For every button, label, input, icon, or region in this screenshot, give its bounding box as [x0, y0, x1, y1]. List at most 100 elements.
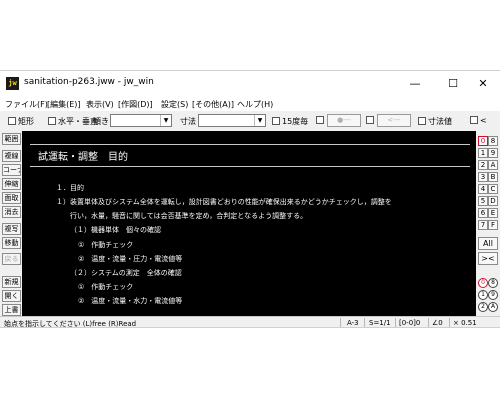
tool-move[interactable]: 移動	[2, 237, 21, 249]
layer-group-button[interactable]: A	[488, 302, 498, 312]
lt-label: <	[480, 116, 487, 125]
tool-overwrite[interactable]: 上書	[2, 304, 21, 316]
chevron-down-icon: ▼	[254, 115, 265, 126]
hv-checkbox[interactable]: 水平・垂直	[48, 116, 98, 127]
layer-group-button[interactable]: 8	[488, 278, 498, 288]
layer-panel: 0 8 1 9 2 A 3 B 4 C 5 D 6 E 7 F All >< 0…	[476, 131, 500, 316]
layer-button[interactable]: B	[488, 172, 498, 182]
scale-display[interactable]: S=1/1	[369, 319, 391, 327]
dimval-checkbox[interactable]: 寸法値	[418, 116, 452, 127]
layer-button[interactable]: 0	[478, 136, 488, 146]
cross-button[interactable]: ><	[478, 252, 498, 265]
layer-button[interactable]: 1	[478, 148, 488, 158]
layer-button[interactable]: F	[488, 220, 498, 230]
toolbar: 矩形 水平・垂直 傾き ▼ 寸法 ▼ 15度毎 ●--- <--- 寸法値 <	[0, 111, 500, 132]
slope-label: 傾き	[93, 117, 109, 126]
tool-range[interactable]: 範囲	[2, 133, 21, 145]
checkbox-box	[8, 117, 16, 125]
checkbox-box	[272, 117, 280, 125]
status-divider	[449, 318, 450, 327]
menu-settings[interactable]: 設定(S)	[161, 99, 188, 110]
doc-line: ① 作動チェック	[78, 283, 134, 291]
paper-size[interactable]: A-3	[347, 319, 359, 327]
doc-line: ② 温度・流量・水力・電流値等	[78, 297, 183, 305]
layer-group-button[interactable]: 1	[478, 290, 488, 300]
tool-parallel-line[interactable]: 複線	[2, 150, 21, 162]
layer-display[interactable]: [0-0]0	[399, 319, 420, 327]
menu-other[interactable]: [その他(A)]	[192, 99, 234, 110]
zoom-display[interactable]: × 0.51	[453, 319, 477, 327]
status-divider	[340, 318, 341, 327]
dim-combo[interactable]: ▼	[198, 114, 266, 127]
tool-erase[interactable]: 消去	[2, 206, 21, 218]
dim-label: 寸法	[180, 117, 196, 126]
deg15-label: 15度毎	[282, 117, 309, 126]
tool-stretch[interactable]: 伸縮	[2, 178, 21, 190]
slope-combo[interactable]: ▼	[110, 114, 172, 127]
doc-line: １．目的	[56, 184, 84, 192]
status-bar: 始点を指示してください (L)free (R)Read A-3 S=1/1 [0…	[0, 316, 500, 327]
window-title: sanitation-p263.jww - jw_win	[24, 77, 154, 87]
layer-button[interactable]: 5	[478, 196, 488, 206]
layer-button[interactable]: 4	[478, 184, 488, 194]
layer-group-button[interactable]: 2	[478, 302, 488, 312]
layer-button[interactable]: E	[488, 208, 498, 218]
tool-chamfer[interactable]: 面取	[2, 192, 21, 204]
hv-label: 水平・垂直	[58, 117, 98, 126]
tool-undo[interactable]: 戻る	[2, 253, 21, 265]
checkbox-box	[470, 116, 478, 124]
angle-display[interactable]: ∠0	[432, 319, 443, 327]
doc-line: 行い，水量，騒音に関しては会否基準を定め，合判定となるよう調整する。	[70, 212, 308, 220]
checkbox-box	[366, 116, 374, 124]
menu-file[interactable]: ファイル(F)	[5, 99, 48, 110]
title-top-line	[30, 144, 470, 145]
doc-line: （１）機器単体 個々の確認	[70, 226, 161, 234]
layer-group-button[interactable]: 9	[488, 290, 498, 300]
minimize-button[interactable]: —	[398, 71, 432, 96]
tool-new[interactable]: 新規	[2, 276, 21, 288]
checkbox-box	[48, 117, 56, 125]
status-divider	[364, 318, 365, 327]
menu-help[interactable]: ヘルプ(H)	[237, 99, 273, 110]
layer-button[interactable]: 9	[488, 148, 498, 158]
tool-open[interactable]: 開く	[2, 290, 21, 302]
jw-win-window: jw sanitation-p263.jww - jw_win — ☐ ✕ ファ…	[0, 70, 500, 328]
point-mode-button[interactable]: ●---	[327, 114, 361, 127]
point-checkbox[interactable]	[316, 116, 326, 125]
arrow-mode-button[interactable]: <---	[377, 114, 411, 127]
menu-view[interactable]: 表示(V)	[86, 99, 114, 110]
layer-group-button[interactable]: 0	[478, 278, 488, 288]
all-layers-button[interactable]: All	[478, 237, 498, 250]
rect-label: 矩形	[18, 117, 34, 126]
layer-button[interactable]: 7	[478, 220, 488, 230]
checkbox-box	[418, 117, 426, 125]
dimval-label: 寸法値	[428, 117, 452, 126]
doc-line: ① 作動チェック	[78, 241, 134, 249]
drawing-canvas[interactable]: 試運転・調整 目的 １．目的 １）装置単体及びシステム全体を運転し，設計図書どお…	[22, 131, 476, 316]
doc-line: ② 温度・流量・圧力・電流値等	[78, 255, 183, 263]
layer-button[interactable]: 2	[478, 160, 488, 170]
layer-button[interactable]: A	[488, 160, 498, 170]
deg15-checkbox[interactable]: 15度毎	[272, 116, 308, 127]
doc-line: １）装置単体及びシステム全体を運転し，設計図書どおりの性能が確保出来るかどうかチ…	[56, 198, 392, 206]
close-button[interactable]: ✕	[466, 71, 500, 96]
maximize-button[interactable]: ☐	[436, 71, 470, 96]
menu-edit[interactable]: [編集(E)]	[47, 99, 81, 110]
lt-checkbox[interactable]: <	[470, 116, 487, 125]
layer-button[interactable]: C	[488, 184, 498, 194]
tool-corner[interactable]: コーナー	[2, 164, 21, 176]
title-bottom-line	[30, 166, 470, 167]
document-heading: 試運転・調整 目的	[38, 152, 128, 163]
layer-button[interactable]: 8	[488, 136, 498, 146]
menu-draw[interactable]: [作図(D)]	[118, 99, 153, 110]
rect-checkbox[interactable]: 矩形	[8, 116, 34, 127]
layer-button[interactable]: D	[488, 196, 498, 206]
title-bar: jw sanitation-p263.jww - jw_win — ☐ ✕	[0, 71, 500, 96]
tool-copy[interactable]: 複写	[2, 223, 21, 235]
layer-button[interactable]: 3	[478, 172, 488, 182]
layer-button[interactable]: 6	[478, 208, 488, 218]
status-divider	[428, 318, 429, 327]
chevron-down-icon: ▼	[160, 115, 171, 126]
arrow-checkbox[interactable]	[366, 116, 376, 125]
status-divider	[395, 318, 396, 327]
